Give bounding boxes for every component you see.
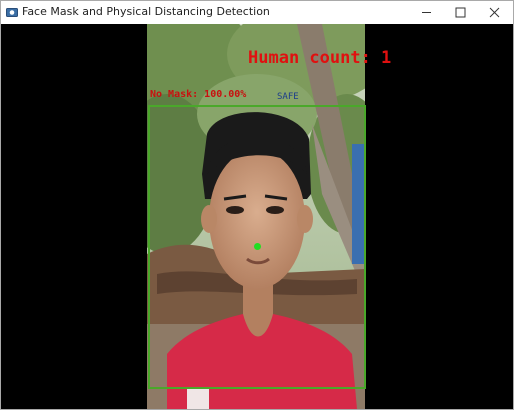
close-icon (489, 7, 499, 18)
app-window: Face Mask and Physical Distancing Detect… (0, 0, 514, 410)
minimize-icon (421, 12, 431, 13)
camera-app-icon (6, 8, 18, 17)
human-count-label: Human count: 1 (248, 48, 392, 68)
video-viewport: Human count: 1 No Mask: 100.00% SAFE (1, 24, 513, 409)
maximize-button[interactable] (443, 1, 477, 24)
window-title: Face Mask and Physical Distancing Detect… (22, 5, 270, 18)
distancing-status-label: SAFE (277, 92, 299, 102)
minimize-button[interactable] (409, 1, 443, 24)
close-button[interactable] (477, 1, 511, 24)
mask-status-label: No Mask: 100.00% (150, 89, 247, 100)
face-centroid-dot (254, 243, 261, 250)
title-bar[interactable]: Face Mask and Physical Distancing Detect… (1, 1, 513, 24)
maximize-icon (455, 7, 465, 18)
